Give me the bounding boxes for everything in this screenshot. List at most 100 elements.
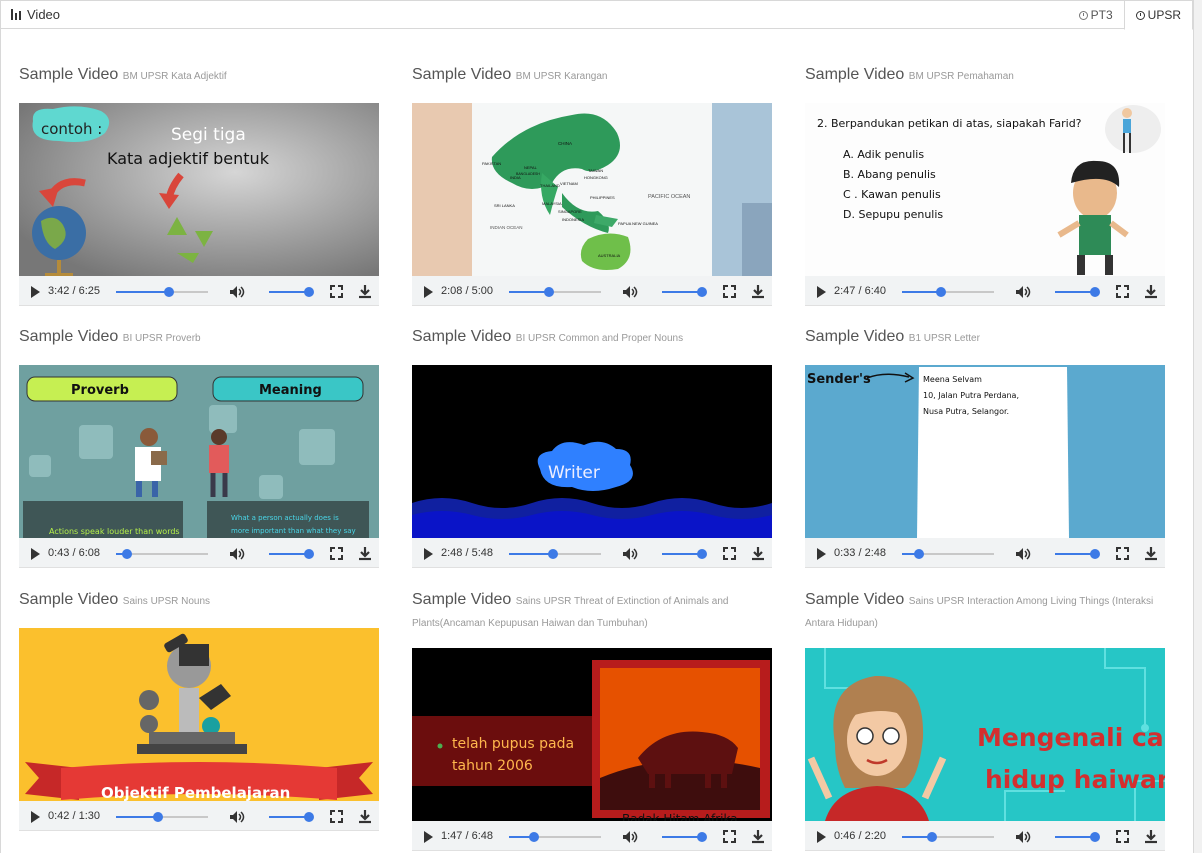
volume-icon[interactable] — [229, 285, 245, 299]
video-time: 2:48 / 5:48 — [441, 547, 493, 559]
play-icon[interactable] — [424, 286, 433, 298]
play-icon[interactable] — [31, 548, 40, 560]
panel-title: Video — [11, 7, 60, 22]
video-card: Sample Video BM UPSR Karangan PACIFIC OC… — [412, 65, 772, 306]
volume-icon[interactable] — [622, 830, 638, 844]
fullscreen-icon[interactable] — [1116, 547, 1129, 560]
video-thumbnail[interactable]: Writer — [412, 365, 772, 538]
volume-icon[interactable] — [622, 547, 638, 561]
volume-slider[interactable] — [1055, 832, 1100, 842]
play-icon[interactable] — [424, 831, 433, 843]
video-thumbnail[interactable]: contoh : Segi tiga Kata adjektif bentuk — [19, 103, 379, 276]
tab-upsr[interactable]: UPSR — [1123, 1, 1193, 30]
seek-bar[interactable] — [116, 287, 208, 297]
download-icon[interactable] — [751, 284, 765, 299]
video-time: 2:47 / 6:40 — [834, 285, 886, 297]
fullscreen-icon[interactable] — [1116, 285, 1129, 298]
video-time: 0:43 / 6:08 — [48, 547, 100, 559]
seek-bar[interactable] — [116, 812, 208, 822]
seek-bar[interactable] — [116, 549, 208, 559]
play-icon[interactable] — [817, 286, 826, 298]
video-player[interactable]: Proverb Meaning Actions speak louder tha… — [19, 365, 379, 568]
play-icon[interactable] — [817, 548, 826, 560]
svg-text:2. Berpandukan petikan di atas: 2. Berpandukan petikan di atas, siapakah… — [817, 117, 1082, 130]
video-thumbnail[interactable]: 2. Berpandukan petikan di atas, siapakah… — [805, 103, 1165, 276]
video-player[interactable]: contoh : Segi tiga Kata adjektif bentuk … — [19, 103, 379, 306]
fullscreen-icon[interactable] — [723, 830, 736, 843]
svg-text:PHILIPPINES: PHILIPPINES — [590, 195, 615, 200]
svg-text:Actions speak louder than word: Actions speak louder than words — [49, 527, 180, 536]
fullscreen-icon[interactable] — [723, 547, 736, 560]
video-thumbnail[interactable]: Mengenali cara hidup haiwan. — [805, 648, 1165, 821]
page-scrollbar[interactable] — [1194, 0, 1202, 853]
download-icon[interactable] — [358, 546, 372, 561]
volume-icon[interactable] — [622, 285, 638, 299]
seek-bar[interactable] — [509, 287, 601, 297]
fullscreen-icon[interactable] — [330, 285, 343, 298]
download-icon[interactable] — [358, 809, 372, 824]
seek-bar[interactable] — [509, 549, 601, 559]
volume-slider[interactable] — [269, 287, 314, 297]
svg-text:tahun 2006: tahun 2006 — [452, 758, 533, 774]
video-player[interactable]: 2. Berpandukan petikan di atas, siapakah… — [805, 103, 1165, 306]
volume-icon[interactable] — [229, 810, 245, 824]
video-card: Sample Video Sains UPSR Interaction Amon… — [805, 590, 1165, 851]
svg-text:contoh :: contoh : — [41, 120, 102, 138]
video-thumbnail[interactable]: PACIFIC OCEAN INDIAN OCEAN CHINA PAKISTA… — [412, 103, 772, 276]
download-icon[interactable] — [751, 546, 765, 561]
download-icon[interactable] — [1144, 829, 1158, 844]
download-icon[interactable] — [1144, 546, 1158, 561]
fullscreen-icon[interactable] — [330, 547, 343, 560]
play-icon[interactable] — [31, 811, 40, 823]
fullscreen-icon[interactable] — [1116, 830, 1129, 843]
download-icon[interactable] — [751, 829, 765, 844]
volume-icon[interactable] — [1015, 285, 1031, 299]
video-thumbnail[interactable]: Sender's Meena Selvam 10, Jalan Putra Pe… — [805, 365, 1165, 538]
video-controls: 2:08 / 5:00 — [412, 276, 772, 306]
video-player[interactable]: Objektif Pembelajaran 0:42 / 1:30 — [19, 628, 379, 831]
video-title: Sample Video BM UPSR Karangan — [412, 66, 608, 83]
video-title: Sample Video BI UPSR Proverb — [19, 328, 201, 345]
svg-text:TAIWAN: TAIWAN — [588, 168, 603, 173]
volume-slider[interactable] — [662, 832, 707, 842]
video-player[interactable]: Mengenali cara hidup haiwan. 0:46 / 2:20 — [805, 648, 1165, 851]
video-title: Sample Video BM UPSR Kata Adjektif — [19, 66, 227, 83]
download-icon[interactable] — [358, 284, 372, 299]
volume-slider[interactable] — [662, 287, 707, 297]
video-thumbnail[interactable]: Proverb Meaning Actions speak louder tha… — [19, 365, 379, 538]
svg-text:VIETNAM: VIETNAM — [560, 181, 578, 186]
seek-bar[interactable] — [509, 832, 601, 842]
video-player[interactable]: Sender's Meena Selvam 10, Jalan Putra Pe… — [805, 365, 1165, 568]
video-player[interactable]: Writer 2:48 / 5:48 — [412, 365, 772, 568]
volume-slider[interactable] — [662, 549, 707, 559]
seek-bar[interactable] — [902, 287, 994, 297]
volume-slider[interactable] — [1055, 287, 1100, 297]
fullscreen-icon[interactable] — [723, 285, 736, 298]
video-player[interactable]: telah pupus pada tahun 2006 Badak Hitam … — [412, 648, 772, 851]
seek-bar[interactable] — [902, 832, 994, 842]
video-thumbnail[interactable]: telah pupus pada tahun 2006 Badak Hitam … — [412, 648, 772, 821]
video-controls: 0:46 / 2:20 — [805, 821, 1165, 851]
play-icon[interactable] — [31, 286, 40, 298]
video-thumbnail[interactable]: Objektif Pembelajaran — [19, 628, 379, 801]
volume-icon[interactable] — [1015, 830, 1031, 844]
fullscreen-icon[interactable] — [330, 810, 343, 823]
svg-text:PAKISTAN: PAKISTAN — [482, 161, 501, 166]
volume-slider[interactable] — [269, 812, 314, 822]
svg-text:B. Abang penulis: B. Abang penulis — [843, 168, 936, 181]
play-icon[interactable] — [424, 548, 433, 560]
video-card: Sample Video B1 UPSR Letter Sender's Mee… — [805, 327, 1165, 568]
svg-text:SINGAPORE: SINGAPORE — [558, 209, 582, 214]
svg-text:Badak Hitam Afrika: Badak Hitam Afrika — [622, 812, 738, 821]
volume-icon[interactable] — [1015, 547, 1031, 561]
play-icon[interactable] — [817, 831, 826, 843]
volume-slider[interactable] — [1055, 549, 1100, 559]
volume-slider[interactable] — [269, 549, 314, 559]
tab-pt3[interactable]: PT3 — [1068, 1, 1124, 29]
volume-icon[interactable] — [229, 547, 245, 561]
video-player[interactable]: PACIFIC OCEAN INDIAN OCEAN CHINA PAKISTA… — [412, 103, 772, 306]
video-controls: 0:43 / 6:08 — [19, 538, 379, 568]
download-icon[interactable] — [1144, 284, 1158, 299]
seek-bar[interactable] — [902, 549, 994, 559]
video-controls: 0:42 / 1:30 — [19, 801, 379, 831]
